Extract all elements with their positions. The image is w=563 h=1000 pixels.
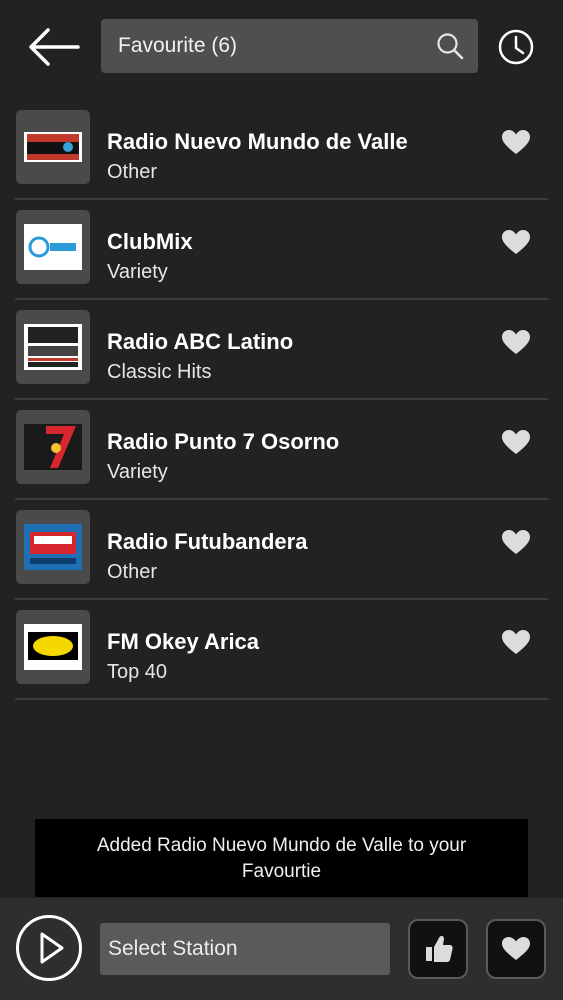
back-button[interactable] (24, 24, 84, 70)
heart-icon[interactable] (501, 629, 531, 655)
top-bar: Favourite (6) (0, 0, 563, 95)
favorite-button[interactable] (486, 919, 546, 979)
like-button[interactable] (408, 919, 468, 979)
clock-icon (498, 29, 534, 65)
search-box[interactable]: Favourite (6) (101, 19, 478, 73)
play-icon (40, 932, 64, 964)
station-genre: Top 40 (107, 661, 168, 683)
player-bar: Select Station (0, 898, 563, 1000)
okey-logo-icon (24, 624, 82, 670)
station-genre: Classic Hits (107, 361, 212, 383)
punto7-logo-icon (24, 424, 82, 470)
play-button[interactable] (16, 915, 82, 981)
station-selector[interactable]: Select Station (100, 923, 390, 975)
station-row[interactable]: Radio Nuevo Mundo de Valle Other (15, 100, 548, 200)
heart-icon[interactable] (501, 429, 531, 455)
station-row[interactable]: ClubMix Variety (15, 200, 548, 300)
heart-icon[interactable] (501, 329, 531, 355)
thumbs-up-icon (426, 935, 453, 962)
station-logo (16, 510, 90, 584)
station-logo (16, 110, 90, 184)
history-button[interactable] (496, 27, 536, 67)
nuevo-mundo-logo-icon (24, 132, 82, 162)
station-genre: Other (107, 161, 158, 183)
station-logo (16, 210, 90, 284)
station-name: FM Okey Arica (107, 629, 260, 654)
station-name: Radio ABC Latino (107, 329, 294, 354)
heart-icon[interactable] (501, 229, 531, 255)
search-query: Favourite (6) (118, 34, 238, 57)
station-genre: Variety (107, 461, 168, 483)
back-arrow-icon (29, 28, 80, 66)
heart-icon[interactable] (501, 129, 531, 155)
clubmix-logo-icon (24, 224, 82, 270)
station-name: Radio Nuevo Mundo de Valle (107, 129, 408, 154)
station-name: ClubMix (107, 229, 193, 254)
search-icon[interactable] (436, 32, 464, 60)
abc-latino-logo-icon (24, 324, 82, 370)
station-logo (16, 610, 90, 684)
station-logo (16, 410, 90, 484)
station-logo (16, 310, 90, 384)
station-row[interactable]: Radio ABC Latino Classic Hits (15, 300, 548, 400)
station-list: Radio Nuevo Mundo de Valle Other ClubMix… (15, 100, 548, 700)
toast-message: Added Radio Nuevo Mundo de Valle to your… (35, 819, 528, 897)
station-genre: Other (107, 561, 158, 583)
station-name: Radio Futubandera (107, 529, 308, 554)
station-row[interactable]: Radio Futubandera Other (15, 500, 548, 600)
futubandera-logo-icon (24, 524, 82, 570)
heart-icon[interactable] (501, 529, 531, 555)
station-row[interactable]: Radio Punto 7 Osorno Variety (15, 400, 548, 500)
heart-icon (502, 937, 530, 960)
station-name: Radio Punto 7 Osorno (107, 429, 340, 454)
station-row[interactable]: FM Okey Arica Top 40 (15, 600, 548, 700)
station-genre: Variety (107, 261, 168, 283)
